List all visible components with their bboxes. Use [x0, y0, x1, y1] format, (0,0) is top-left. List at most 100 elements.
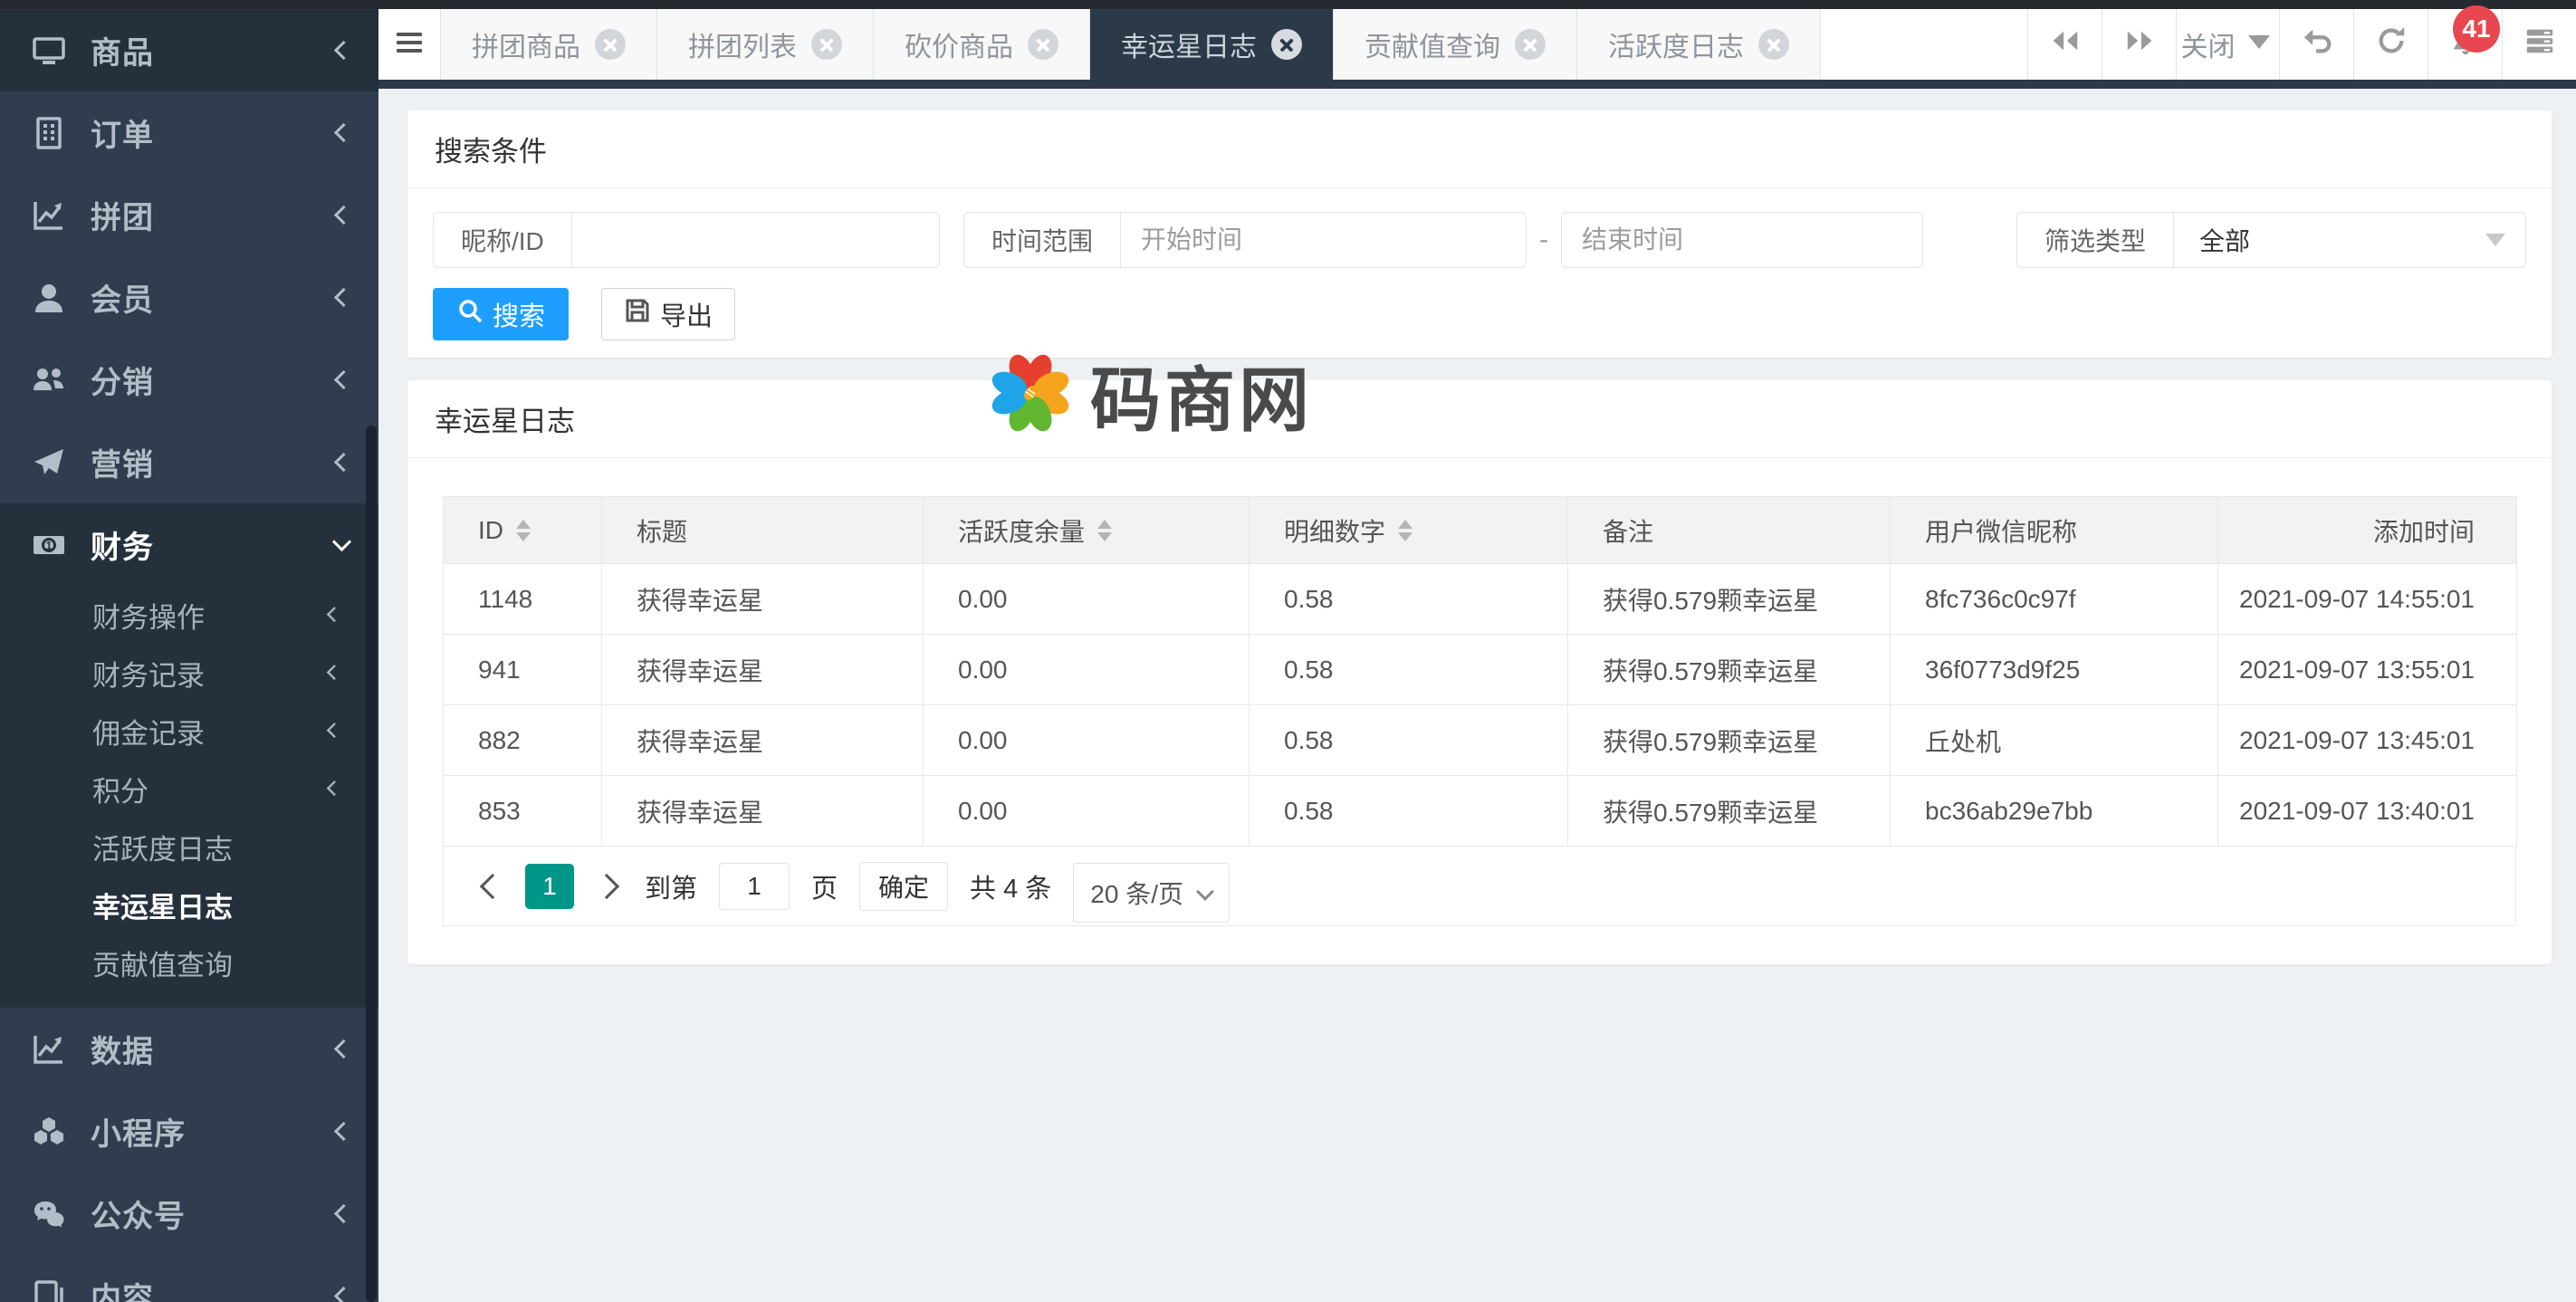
- close-icon[interactable]: [811, 29, 842, 60]
- sidebar-section: 数据: [0, 1008, 378, 1090]
- log-table-wrap: ID标题活跃度余量明细数字备注用户微信昵称添加时间 1148获得幸运星0.000…: [443, 496, 2516, 847]
- start-time-input[interactable]: [1121, 213, 1526, 267]
- sidebar-item-公众号[interactable]: 公众号: [0, 1173, 378, 1255]
- control-label: 关闭: [2181, 24, 2236, 64]
- tab-幸运星日志[interactable]: 幸运星日志: [1089, 9, 1333, 80]
- sidebar-subitem-贡献值查询[interactable]: 贡献值查询: [0, 933, 378, 991]
- column-header-用户微信昵称: 用户微信昵称: [1891, 497, 2218, 564]
- table-cell: 2021-09-07 13:45:01: [2218, 705, 2517, 776]
- close-icon[interactable]: [1271, 29, 1302, 60]
- close-icon[interactable]: [1515, 29, 1546, 60]
- table-cell: 0.58: [1250, 705, 1568, 776]
- caret-down-icon: [2243, 24, 2275, 64]
- goto-page-input[interactable]: [719, 863, 790, 910]
- close-icon[interactable]: [1758, 29, 1789, 60]
- sidebar: 商品订单拼团会员分销营销1财务财务操作财务记录佣金记录积分活跃度日志幸运星日志贡…: [0, 9, 378, 1302]
- tabbar-underline: [378, 80, 2576, 89]
- sidebar-item-数据[interactable]: 数据: [0, 1008, 378, 1090]
- sidebar-item-分销[interactable]: 分销: [0, 339, 378, 421]
- goto-confirm-button[interactable]: 确定: [859, 862, 948, 911]
- tab-label: 贡献值查询: [1365, 24, 1500, 64]
- sidebar-item-label: 分销: [91, 358, 154, 402]
- page-size-select[interactable]: 20 条/页: [1073, 863, 1230, 923]
- sidebar-section: 营销: [0, 421, 378, 503]
- sidebar-item-订单[interactable]: 订单: [0, 91, 378, 174]
- chevron-down-icon: [1198, 886, 1212, 900]
- log-panel-title: 幸运星日志: [435, 398, 575, 439]
- sidebar-item-财务[interactable]: 1财务: [0, 503, 378, 586]
- sidebar-item-内容[interactable]: 内容: [0, 1255, 378, 1302]
- sidebar-subitem-佣金记录[interactable]: 佣金记录: [0, 702, 378, 760]
- sidebar-subitem-积分[interactable]: 积分: [0, 760, 378, 818]
- task-list-icon: [2523, 24, 2556, 64]
- sidebar-scrollbar-thumb[interactable]: [366, 426, 377, 1302]
- sidebar-item-label: 会员: [91, 275, 154, 320]
- refresh-button[interactable]: [2353, 9, 2428, 80]
- tab-砍价商品[interactable]: 砍价商品: [873, 9, 1089, 80]
- table-cell: 获得0.579颗幸运星: [1568, 564, 1891, 635]
- undo-button[interactable]: [2279, 9, 2353, 80]
- time-range-separator: -: [1539, 225, 1548, 255]
- tab-label: 活跃度日志: [1608, 24, 1744, 64]
- sidebar-item-拼团[interactable]: 拼团: [0, 174, 378, 256]
- tab-贡献值查询[interactable]: 贡献值查询: [1333, 9, 1576, 80]
- time-range-label: 时间范围: [964, 213, 1121, 267]
- table-cell: 1148: [444, 564, 602, 635]
- fast-backward-button[interactable]: [2027, 9, 2102, 80]
- table-cell: 2021-09-07 13:55:01: [2218, 635, 2517, 705]
- table-cell: 0.00: [924, 564, 1250, 635]
- task-list-button[interactable]: [2502, 9, 2576, 80]
- close-icon[interactable]: [595, 29, 626, 60]
- chevron-left-icon: [333, 42, 351, 60]
- end-time-input[interactable]: [1561, 212, 1923, 268]
- filter-type-group: 筛选类型 全部: [2016, 212, 2526, 268]
- sidebar-subitem-财务记录[interactable]: 财务记录: [0, 644, 378, 702]
- sort-icon: [1398, 520, 1412, 541]
- sidebar-subitem-财务操作[interactable]: 财务操作: [0, 586, 378, 644]
- current-page-button[interactable]: 1: [525, 864, 574, 909]
- sidebar-item-label: 商品: [91, 28, 154, 72]
- nickname-input[interactable]: [572, 213, 939, 267]
- column-label: 标题: [637, 512, 687, 549]
- page-size-value: 20 条/页: [1090, 875, 1183, 911]
- sidebar-item-营销[interactable]: 营销: [0, 421, 378, 503]
- notification-badge: 41: [2453, 5, 2500, 53]
- sidebar-subitem-活跃度日志[interactable]: 活跃度日志: [0, 818, 378, 876]
- filter-type-select[interactable]: 全部: [2174, 213, 2525, 267]
- next-page-button[interactable]: [596, 873, 623, 900]
- sidebar-scrollbar: [365, 9, 378, 1302]
- paper-plane-icon: [31, 445, 67, 481]
- column-header-明细数字[interactable]: 明细数字: [1250, 497, 1568, 564]
- table-cell: 丘处机: [1891, 705, 2218, 776]
- sidebar-subitem-幸运星日志[interactable]: 幸运星日志: [0, 876, 378, 933]
- svg-text:1: 1: [45, 539, 52, 552]
- sidebar-item-小程序[interactable]: 小程序: [0, 1090, 378, 1173]
- sidebar-subitem-label: 积分: [92, 769, 148, 809]
- table-cell: 941: [444, 635, 602, 705]
- previous-page-button[interactable]: [476, 873, 503, 900]
- fast-forward-button[interactable]: [2102, 9, 2176, 80]
- chevron-left-icon: [333, 454, 351, 472]
- fast-forward-icon: [2123, 24, 2156, 64]
- column-label: 明细数字: [1284, 512, 1385, 549]
- search-panel: 搜索条件 昵称/ID 时间范围 - 筛选类型 全部: [407, 110, 2552, 358]
- column-header-活跃度余量[interactable]: 活跃度余量: [924, 497, 1250, 564]
- table-cell: 0.58: [1250, 776, 1568, 847]
- export-button[interactable]: 导出: [601, 288, 735, 340]
- menu-toggle-button[interactable]: [378, 9, 440, 80]
- sidebar-item-商品[interactable]: 商品: [0, 9, 378, 91]
- close-icon[interactable]: [1028, 29, 1058, 60]
- tab-拼团商品[interactable]: 拼团商品: [440, 9, 656, 80]
- notifications-button[interactable]: 41: [2428, 9, 2502, 80]
- column-header-标题: 标题: [602, 497, 924, 564]
- close-tabs-dropdown[interactable]: 关闭: [2176, 9, 2279, 80]
- goto-unit-label: 页: [811, 867, 838, 905]
- chevron-left-icon: [333, 206, 351, 225]
- search-button[interactable]: 搜索: [433, 288, 569, 340]
- main-area: 拼团商品拼团列表砍价商品幸运星日志贡献值查询活跃度日志 关闭41 搜索条件 昵称…: [378, 9, 2576, 1302]
- tab-拼团列表[interactable]: 拼团列表: [656, 9, 873, 80]
- sidebar-item-会员[interactable]: 会员: [0, 256, 378, 339]
- search-button-label: 搜索: [493, 295, 545, 333]
- tab-活跃度日志[interactable]: 活跃度日志: [1576, 9, 1821, 80]
- column-header-ID[interactable]: ID: [444, 497, 602, 564]
